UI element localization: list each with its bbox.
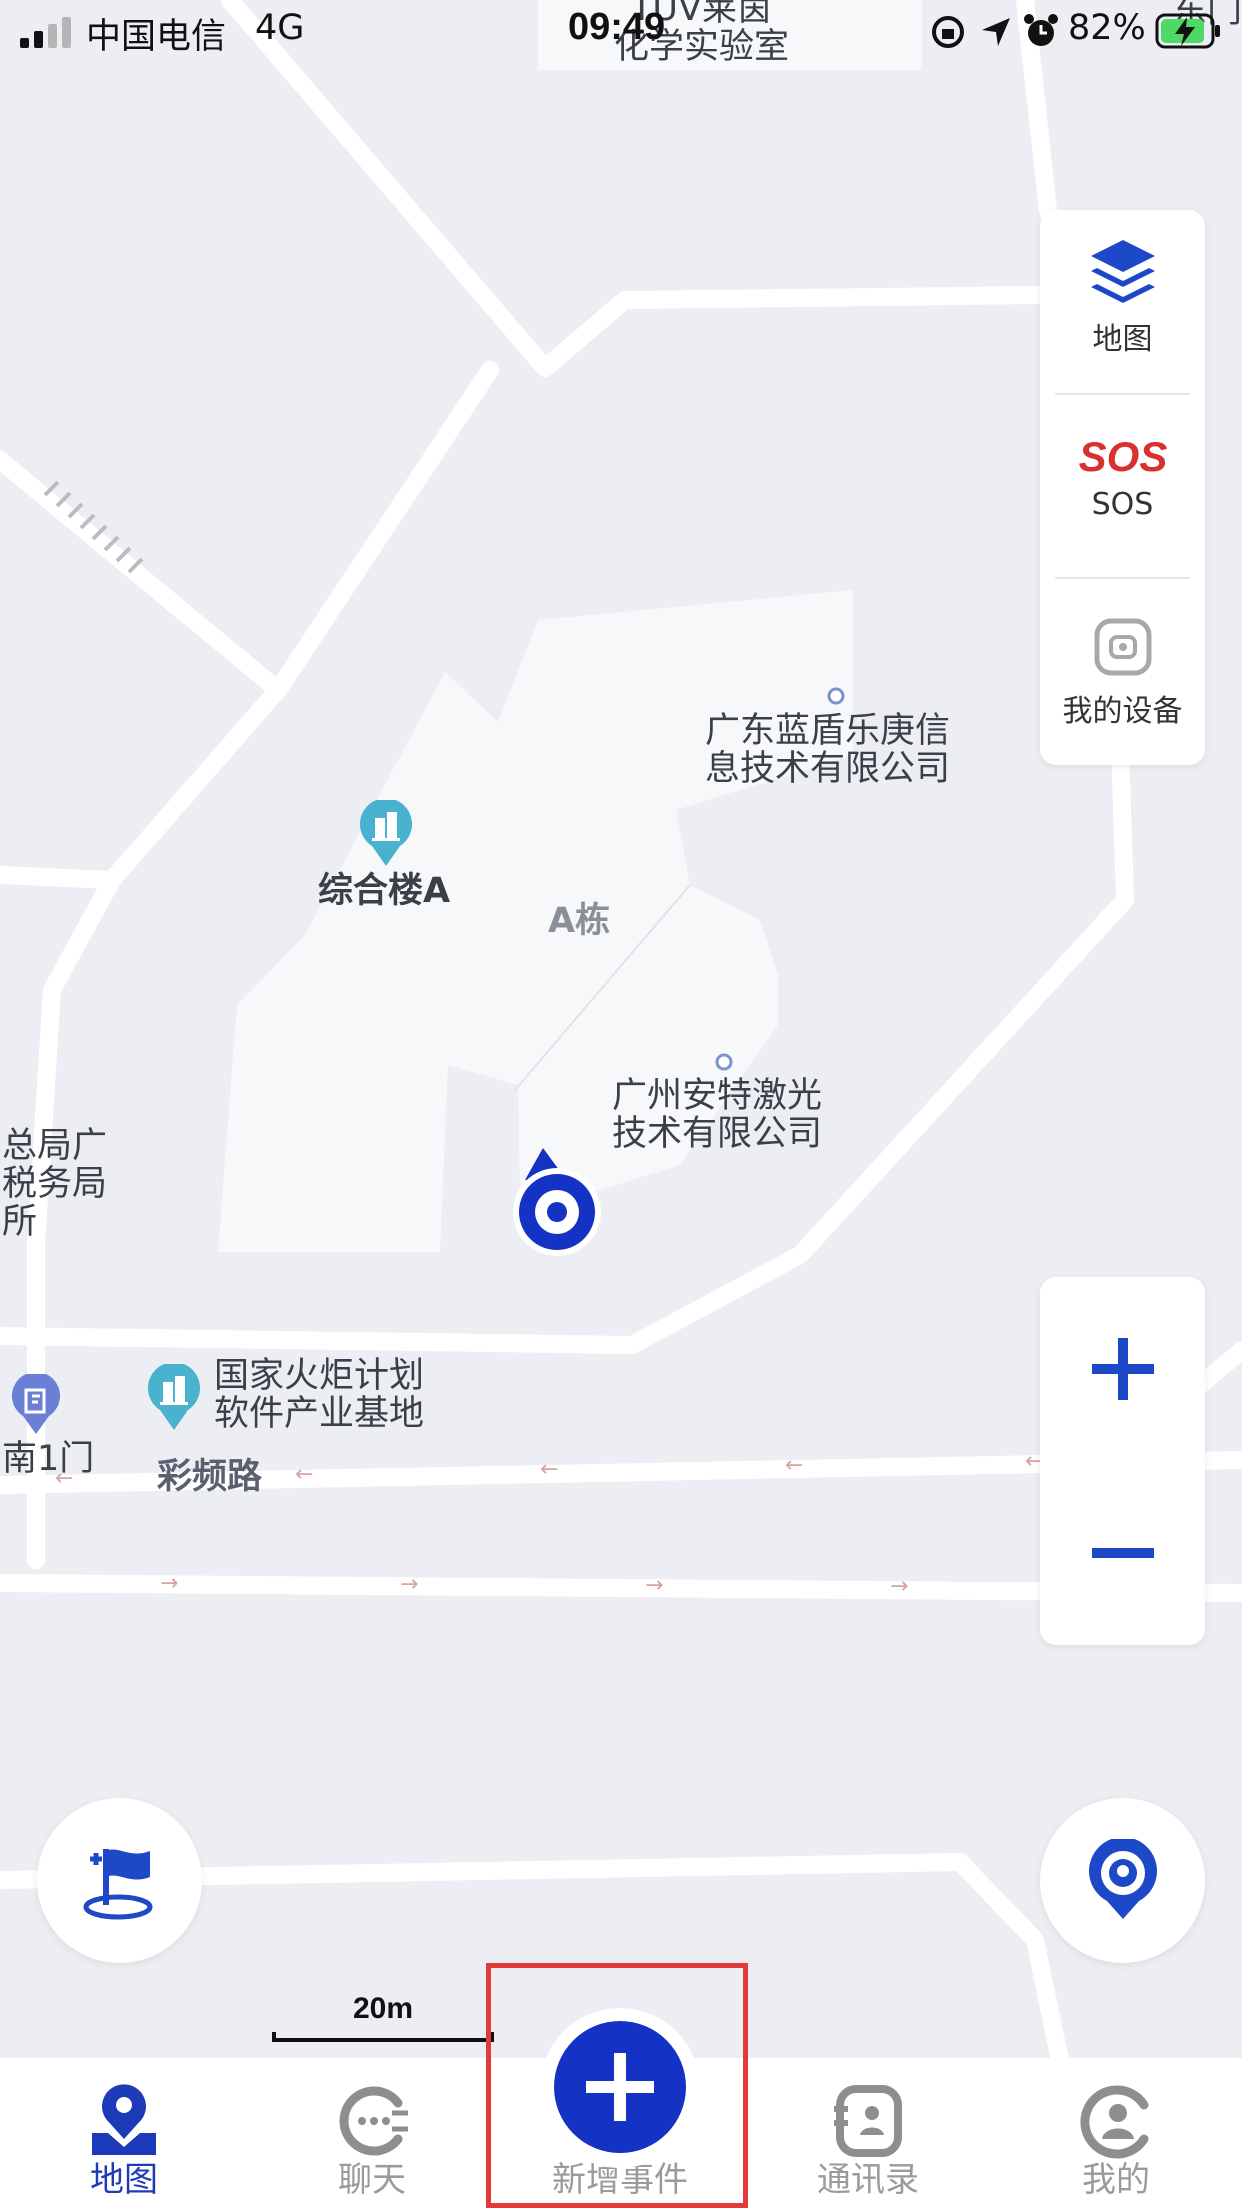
- flag-marker-button[interactable]: [37, 1798, 202, 1963]
- status-bar: 中国电信 4G 09:49 82%: [0, 0, 1242, 62]
- gate-icon[interactable]: [10, 1374, 62, 1436]
- zoom-out-button[interactable]: [1040, 1461, 1205, 1645]
- carrier-name: 中国电信: [86, 17, 227, 57]
- profile-icon: [1080, 2085, 1149, 2159]
- map-label-building-a[interactable]: 综合楼A: [318, 872, 450, 910]
- zoom-in-button[interactable]: [1040, 1277, 1205, 1461]
- map-label-tax-bureau[interactable]: 总局广 税务局 所: [2, 1127, 107, 1241]
- svg-text:→: →: [400, 1572, 418, 1597]
- svg-text:←: ←: [785, 1453, 803, 1478]
- sos-label: SOS: [1091, 487, 1154, 522]
- map-layer-button[interactable]: 地图: [1040, 238, 1205, 358]
- device-icon: [1094, 618, 1151, 676]
- tab-map-label: 地图: [90, 2160, 158, 2200]
- rotation-lock-icon: [932, 16, 964, 48]
- svg-text:→: →: [890, 1574, 908, 1599]
- zoom-controls: [1040, 1277, 1205, 1645]
- current-location-icon[interactable]: [505, 1140, 605, 1260]
- map-label-road: 彩频路: [157, 1457, 263, 1497]
- tab-profile-label: 我的: [1082, 2160, 1150, 2200]
- layers-icon: [1090, 240, 1155, 303]
- contacts-icon: [834, 2085, 902, 2157]
- svg-text:→: →: [645, 1573, 663, 1598]
- svg-text:SOS: SOS: [1078, 433, 1167, 477]
- tab-chat[interactable]: 聊天: [248, 2058, 496, 2208]
- locate-me-button[interactable]: [1040, 1798, 1205, 1963]
- chat-icon: [339, 2086, 408, 2156]
- map-label-landun[interactable]: 广东蓝盾乐庚信 息技术有限公司: [705, 712, 950, 788]
- map-label-block-a: A栋: [548, 901, 611, 941]
- svg-text:←: ←: [540, 1457, 558, 1482]
- scale-bar: [272, 2032, 494, 2042]
- minus-icon: [1091, 1548, 1154, 1558]
- tab-contacts-label: 通讯录: [817, 2160, 919, 2200]
- scale-label: 20m: [352, 1992, 414, 2025]
- signal-strength-icon: [20, 17, 71, 48]
- flag-icon: [83, 1848, 152, 1919]
- battery-percentage: 82%: [1068, 8, 1146, 48]
- network-type: 4G: [255, 8, 305, 48]
- alarm-icon: [1024, 14, 1058, 46]
- highlight-box: [486, 1963, 748, 2208]
- map-pin-icon: [92, 2084, 156, 2155]
- office-building-icon[interactable]: [358, 800, 414, 868]
- my-device-label: 我的设备: [1062, 694, 1183, 729]
- map-scale: 20m: [272, 1992, 494, 2042]
- map-layer-label: 地图: [1092, 322, 1153, 357]
- tab-chat-label: 聊天: [338, 2160, 406, 2200]
- my-device-button[interactable]: 我的设备: [1040, 618, 1205, 730]
- locate-icon: [1088, 1838, 1157, 1919]
- tab-contacts[interactable]: 通讯录: [744, 2058, 992, 2208]
- sos-icon: SOS: [1078, 433, 1167, 480]
- map-label-torch-base[interactable]: 国家火炬计划 软件产业基地: [214, 1357, 424, 1433]
- location-arrow-icon: [982, 18, 1010, 46]
- plus-icon: [1091, 1338, 1154, 1400]
- svg-text:→: →: [160, 1571, 178, 1596]
- tab-profile[interactable]: 我的: [992, 2058, 1240, 2208]
- tab-map[interactable]: 地图: [0, 2058, 248, 2208]
- panel-divider: [1055, 393, 1190, 395]
- svg-text:←: ←: [295, 1462, 313, 1487]
- battery-charging-icon: [1155, 13, 1220, 49]
- map-label-ante-laser[interactable]: 广州安特激光 技术有限公司: [612, 1077, 822, 1153]
- sos-button[interactable]: SOS SOS: [1040, 433, 1205, 522]
- map-tools-panel: 地图 SOS SOS 我的设备: [1040, 210, 1205, 765]
- panel-divider: [1055, 577, 1190, 579]
- status-time: 09:49: [568, 6, 666, 48]
- office-building-icon[interactable]: [146, 1364, 202, 1432]
- map-label-south-gate[interactable]: 南1门: [2, 1440, 94, 1478]
